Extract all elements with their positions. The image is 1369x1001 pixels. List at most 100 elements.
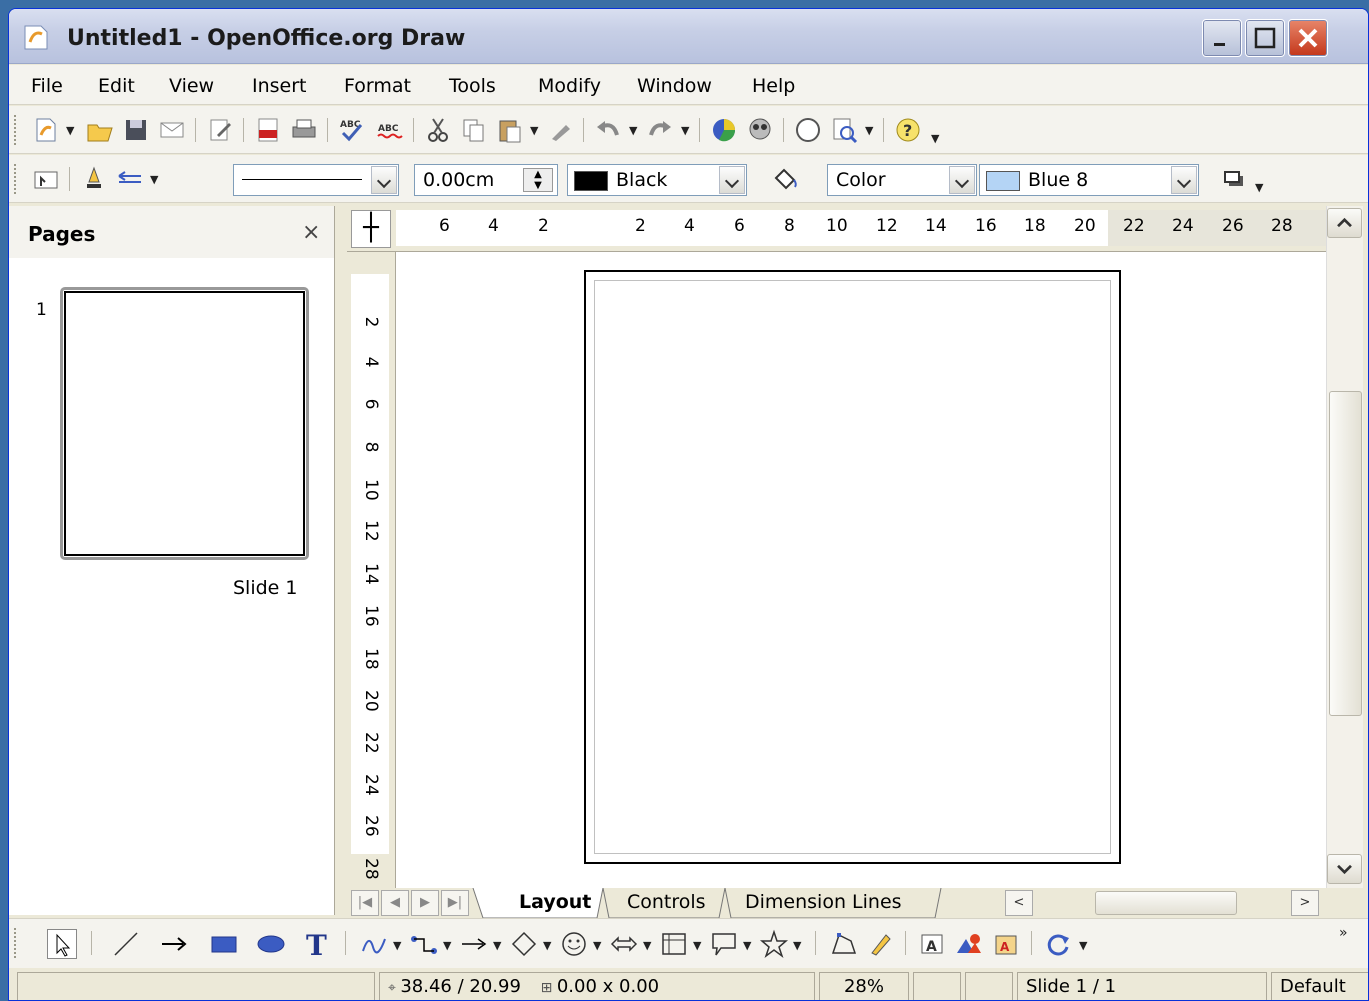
autospellcheck-icon[interactable]: ABC [375,115,405,145]
block-arrows-icon[interactable] [609,929,639,959]
first-tab-button[interactable]: |◀ [351,890,379,916]
close-icon[interactable]: × [302,220,320,245]
tab-dimension-lines[interactable]: Dimension Lines [745,888,902,918]
select-pointer-icon[interactable] [47,929,77,959]
lines-arrows-tool-icon[interactable] [459,929,489,959]
callouts-dropdown-arrow[interactable]: ▼ [743,939,751,952]
open-folder-icon[interactable] [85,115,115,145]
curve-tool-icon[interactable] [359,929,389,959]
basic-shapes-icon[interactable] [509,929,539,959]
vertical-scrollbar[interactable] [1326,206,1363,888]
vertical-ruler[interactable]: 2 4 6 8 10 12 14 16 18 20 22 24 26 28 [347,252,396,888]
callouts-icon[interactable] [709,929,739,959]
basic-shapes-dropdown-arrow[interactable]: ▼ [543,939,551,952]
rotate-icon[interactable] [1043,929,1073,959]
menu-window[interactable]: Window [637,75,712,97]
from-file-icon[interactable]: A [991,929,1021,959]
rotate-dropdown-arrow[interactable]: ▼ [1079,939,1087,952]
new-dropdown-arrow[interactable]: ▼ [66,124,74,137]
new-document-icon[interactable] [31,115,61,145]
paste-dropdown-arrow[interactable]: ▼ [530,124,538,137]
title-bar[interactable]: Untitled1 - OpenOffice.org Draw [9,9,1368,64]
previous-tab-button[interactable]: ◀ [381,890,409,916]
tab-layout[interactable]: Layout [519,888,591,918]
ruler-origin-icon[interactable]: ┼ [351,210,391,248]
toolbar-grip[interactable] [14,928,18,958]
menu-format[interactable]: Format [344,75,411,97]
area-fill-icon[interactable] [770,164,800,194]
status-zoom[interactable]: 28% [819,972,909,1000]
scroll-left-button[interactable]: < [1005,890,1033,916]
line-icon[interactable] [79,164,109,194]
flowchart-dropdown-arrow[interactable]: ▼ [693,939,701,952]
maximize-button[interactable] [1245,19,1285,57]
drawing-page[interactable] [584,270,1121,864]
ellipse-tool-icon[interactable] [256,929,286,959]
line-width-field[interactable]: 0.00cm ▲ ▼ [414,164,558,196]
menu-view[interactable]: View [169,75,214,97]
menu-tools[interactable]: Tools [449,75,496,97]
area-style-select[interactable]: Color [827,164,977,196]
shadow-icon[interactable] [1219,164,1249,194]
arrow-style-dropdown-arrow[interactable]: ▼ [150,173,158,186]
arrow-line-tool-icon[interactable] [159,929,189,959]
toolbar-grip[interactable] [14,115,18,145]
edit-file-icon[interactable] [205,115,235,145]
undo-icon[interactable] [593,115,623,145]
symbol-shapes-dropdown-arrow[interactable]: ▼ [593,939,601,952]
panel-splitter[interactable] [335,206,347,915]
slide-thumbnail[interactable] [60,287,309,560]
connector-dropdown-arrow[interactable]: ▼ [443,939,451,952]
toolbar-grip[interactable] [14,164,18,194]
line-width-spinner[interactable]: ▲ ▼ [523,168,553,192]
horizontal-scroll-thumb[interactable] [1095,891,1237,915]
zoom-icon[interactable] [829,115,859,145]
line-tool-icon[interactable] [111,929,141,959]
glue-points-icon[interactable] [866,929,896,959]
undo-dropdown-arrow[interactable]: ▼ [629,124,637,137]
menu-insert[interactable]: Insert [252,75,307,97]
save-icon[interactable] [121,115,151,145]
next-tab-button[interactable]: ▶ [411,890,439,916]
scroll-right-button[interactable]: > [1291,890,1319,916]
menu-file[interactable]: File [31,75,63,97]
scroll-up-button[interactable] [1327,208,1362,238]
block-arrows-dropdown-arrow[interactable]: ▼ [643,939,651,952]
menu-edit[interactable]: Edit [98,75,135,97]
area-color-select[interactable]: Blue 8 [979,164,1199,196]
line-color-select[interactable]: Black [567,164,747,196]
symbol-shapes-icon[interactable] [559,929,589,959]
redo-icon[interactable] [645,115,675,145]
horizontal-ruler[interactable]: 6 4 2 2 4 6 8 10 12 14 16 18 20 22 24 26… [347,206,1363,252]
clone-formatting-icon[interactable] [546,115,576,145]
minimize-button[interactable] [1202,19,1242,57]
zoom-dropdown-arrow[interactable]: ▼ [865,124,873,137]
fontwork-icon[interactable]: A [917,929,947,959]
more-tools-arrow[interactable]: » [1339,925,1348,941]
curve-dropdown-arrow[interactable]: ▼ [393,939,401,952]
vertical-scroll-thumb[interactable] [1329,391,1362,716]
flowchart-icon[interactable] [659,929,689,959]
stars-dropdown-arrow[interactable]: ▼ [793,939,801,952]
rectangle-tool-icon[interactable] [209,929,239,959]
spellcheck-icon[interactable]: ABC [337,115,367,145]
chart-icon[interactable] [709,115,739,145]
scroll-down-button[interactable] [1327,854,1362,884]
points-icon[interactable] [829,929,859,959]
last-tab-button[interactable]: ▶| [441,890,469,916]
copy-icon[interactable] [459,115,489,145]
lines-arrows-dropdown-arrow[interactable]: ▼ [493,939,501,952]
toolbar-options-arrow[interactable]: ▼ [931,132,939,145]
redo-dropdown-arrow[interactable]: ▼ [681,124,689,137]
paste-icon[interactable] [495,115,525,145]
email-icon[interactable] [157,115,187,145]
connector-tool-icon[interactable] [409,929,439,959]
close-button[interactable] [1288,19,1328,57]
toolbar-options-arrow[interactable]: ▼ [1255,181,1263,194]
menu-help[interactable]: Help [752,75,795,97]
text-tool-icon[interactable]: T [302,929,332,962]
drawing-canvas[interactable] [396,252,1326,888]
line-style-select[interactable] [233,164,399,196]
tab-controls[interactable]: Controls [627,888,706,918]
menu-modify[interactable]: Modify [538,75,601,97]
